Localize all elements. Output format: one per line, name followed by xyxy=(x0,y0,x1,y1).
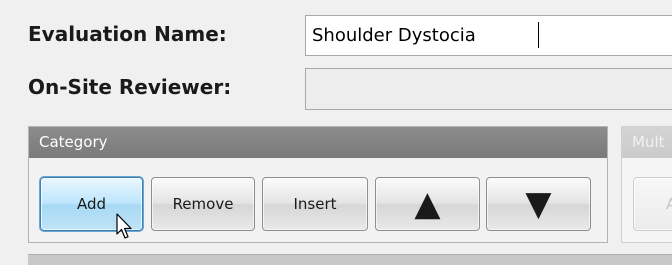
add-button-label: Add xyxy=(76,195,107,213)
evaluation-name-input[interactable] xyxy=(305,15,672,56)
on-site-reviewer-label: On-Site Reviewer: xyxy=(28,75,232,99)
multi-panel-button[interactable]: A xyxy=(633,177,672,231)
up-triangle-icon: ▲ xyxy=(414,184,441,224)
category-panel-header: Category xyxy=(29,127,607,158)
mouse-pointer-icon xyxy=(116,213,132,239)
remove-button[interactable]: Remove xyxy=(151,177,255,231)
down-triangle-icon: ▼ xyxy=(525,184,552,224)
bottom-panel-edge xyxy=(28,254,672,265)
multi-panel-header: Mult xyxy=(622,127,672,158)
multi-panel-button-label: A xyxy=(666,195,672,213)
insert-button[interactable]: Insert xyxy=(262,177,368,231)
text-caret xyxy=(538,22,539,48)
insert-button-label: Insert xyxy=(293,195,337,213)
evaluation-name-label: Evaluation Name: xyxy=(28,22,227,46)
on-site-reviewer-input[interactable] xyxy=(305,68,672,110)
move-up-button[interactable]: ▲ xyxy=(375,177,480,231)
move-down-button[interactable]: ▼ xyxy=(486,177,591,231)
remove-button-label: Remove xyxy=(172,195,234,213)
